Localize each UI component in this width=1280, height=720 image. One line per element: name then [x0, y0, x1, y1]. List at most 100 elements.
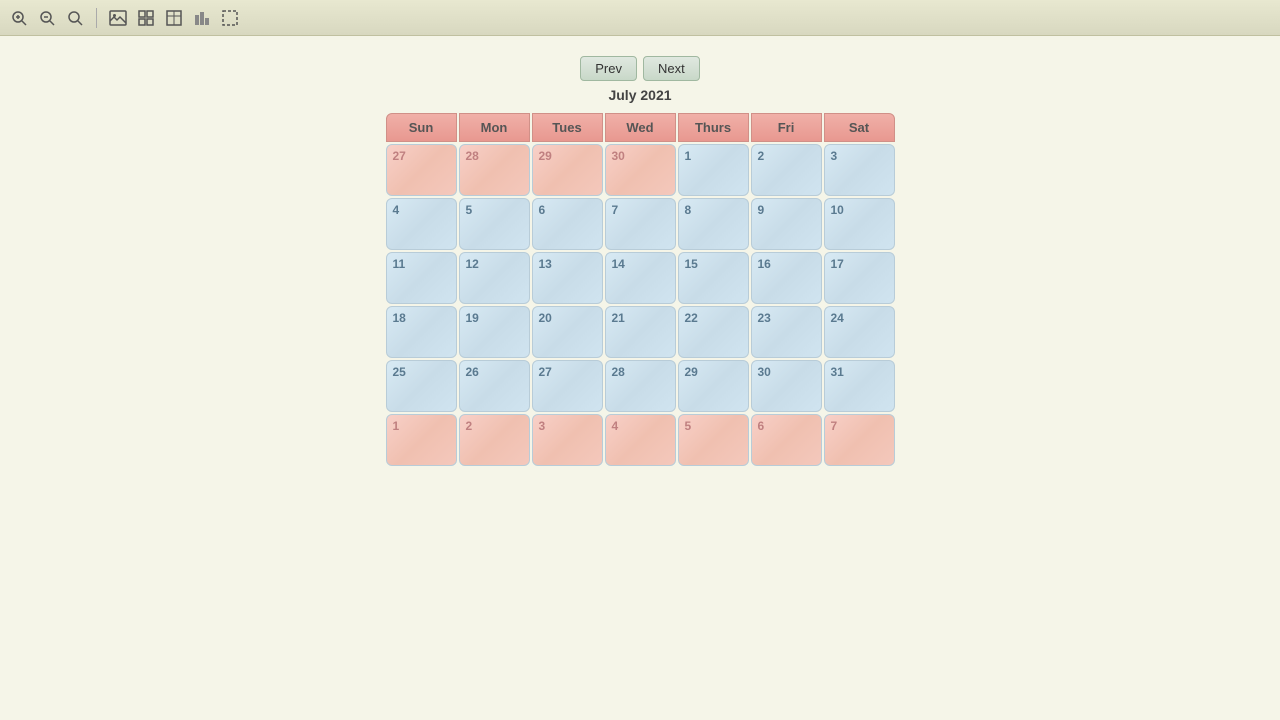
day-cell[interactable]: 31 — [824, 360, 895, 412]
day-number: 23 — [758, 311, 771, 325]
day-cell[interactable]: 1 — [386, 414, 457, 466]
day-number: 22 — [685, 311, 698, 325]
day-cell[interactable]: 12 — [459, 252, 530, 304]
week-row: 11 12 13 14 15 16 17 — [386, 252, 895, 304]
day-cell[interactable]: 6 — [532, 198, 603, 250]
day-number: 31 — [831, 365, 844, 379]
day-number: 4 — [393, 203, 400, 217]
day-number: 27 — [393, 149, 406, 163]
day-cell[interactable]: 22 — [678, 306, 749, 358]
day-cell[interactable]: 21 — [605, 306, 676, 358]
nav-buttons: Prev Next — [580, 56, 699, 81]
selection-icon[interactable] — [219, 7, 241, 29]
day-number: 25 — [393, 365, 406, 379]
day-cell[interactable]: 28 — [605, 360, 676, 412]
header-thurs: Thurs — [678, 113, 749, 142]
day-cell[interactable]: 27 — [386, 144, 457, 196]
day-cell[interactable]: 17 — [824, 252, 895, 304]
grid-icon[interactable] — [135, 7, 157, 29]
day-cell[interactable]: 20 — [532, 306, 603, 358]
day-cell[interactable]: 3 — [532, 414, 603, 466]
next-button[interactable]: Next — [643, 56, 700, 81]
day-cell[interactable]: 8 — [678, 198, 749, 250]
day-cell[interactable]: 4 — [386, 198, 457, 250]
day-number: 28 — [612, 365, 625, 379]
zoom-out-icon[interactable] — [36, 7, 58, 29]
day-cell[interactable]: 5 — [459, 198, 530, 250]
day-number: 2 — [758, 149, 765, 163]
month-title: July 2021 — [608, 87, 671, 103]
image-icon[interactable] — [107, 7, 129, 29]
chart-icon[interactable] — [191, 7, 213, 29]
day-cell[interactable]: 29 — [678, 360, 749, 412]
calendar-wrapper: Prev Next July 2021 Sun Mon Tues Wed Thu… — [0, 36, 1280, 468]
day-number: 7 — [612, 203, 619, 217]
calendar-table: Sun Mon Tues Wed Thurs Fri Sat 272829301… — [384, 111, 897, 468]
day-number: 13 — [539, 257, 552, 271]
day-cell[interactable]: 23 — [751, 306, 822, 358]
week-row: 1 2 3456 7 — [386, 414, 895, 466]
table-icon[interactable] — [163, 7, 185, 29]
day-number: 24 — [831, 311, 844, 325]
day-cell[interactable]: 26 — [459, 360, 530, 412]
day-number: 28 — [466, 149, 479, 163]
day-cell[interactable]: 18 — [386, 306, 457, 358]
day-cell[interactable]: 15 — [678, 252, 749, 304]
day-cell[interactable]: 9 — [751, 198, 822, 250]
day-number: 29 — [685, 365, 698, 379]
day-cell[interactable]: 3 — [824, 144, 895, 196]
day-cell[interactable]: 2 — [751, 144, 822, 196]
day-number: 10 — [831, 203, 844, 217]
day-cell[interactable]: 2 — [459, 414, 530, 466]
day-number: 26 — [466, 365, 479, 379]
day-cell[interactable]: 5 — [678, 414, 749, 466]
day-cell[interactable]: 10 — [824, 198, 895, 250]
day-cell[interactable]: 24 — [824, 306, 895, 358]
day-cell[interactable]: 30 — [605, 144, 676, 196]
day-cell[interactable]: 27 — [532, 360, 603, 412]
header-tues: Tues — [532, 113, 603, 142]
header-wed: Wed — [605, 113, 676, 142]
day-cell[interactable]: 14 — [605, 252, 676, 304]
day-number: 14 — [612, 257, 625, 271]
day-cell[interactable]: 16 — [751, 252, 822, 304]
day-cell[interactable]: 28 — [459, 144, 530, 196]
day-cell[interactable]: 11 — [386, 252, 457, 304]
separator-1 — [96, 8, 97, 28]
day-number: 27 — [539, 365, 552, 379]
day-cell[interactable]: 29 — [532, 144, 603, 196]
header-fri: Fri — [751, 113, 822, 142]
day-number: 5 — [466, 203, 473, 217]
week-row: 18 19 20 21 22 23 24 — [386, 306, 895, 358]
day-number: 2 — [466, 419, 473, 433]
day-number: 15 — [685, 257, 698, 271]
day-number: 12 — [466, 257, 479, 271]
day-cell[interactable]: 6 — [751, 414, 822, 466]
day-number: 9 — [758, 203, 765, 217]
day-number: 30 — [612, 149, 625, 163]
day-number: 6 — [539, 203, 546, 217]
day-number: 1 — [393, 419, 400, 433]
prev-button[interactable]: Prev — [580, 56, 637, 81]
zoom-fit-icon[interactable] — [64, 7, 86, 29]
day-cell[interactable]: 7 — [605, 198, 676, 250]
week-row: 25 26 27 28 29 30 31 — [386, 360, 895, 412]
day-number: 20 — [539, 311, 552, 325]
day-number: 1 — [685, 149, 692, 163]
day-cell[interactable]: 30 — [751, 360, 822, 412]
day-cell[interactable]: 19 — [459, 306, 530, 358]
day-number: 18 — [393, 311, 406, 325]
day-cell[interactable]: 13 — [532, 252, 603, 304]
day-cell[interactable]: 25 — [386, 360, 457, 412]
day-number: 21 — [612, 311, 625, 325]
day-number: 8 — [685, 203, 692, 217]
zoom-in-icon[interactable] — [8, 7, 30, 29]
day-cell[interactable]: 4 — [605, 414, 676, 466]
day-cell[interactable]: 7 — [824, 414, 895, 466]
header-sun: Sun — [386, 113, 457, 142]
day-number: 30 — [758, 365, 771, 379]
day-cell[interactable]: 1 — [678, 144, 749, 196]
header-mon: Mon — [459, 113, 530, 142]
day-number: 16 — [758, 257, 771, 271]
day-number: 6 — [758, 419, 765, 433]
